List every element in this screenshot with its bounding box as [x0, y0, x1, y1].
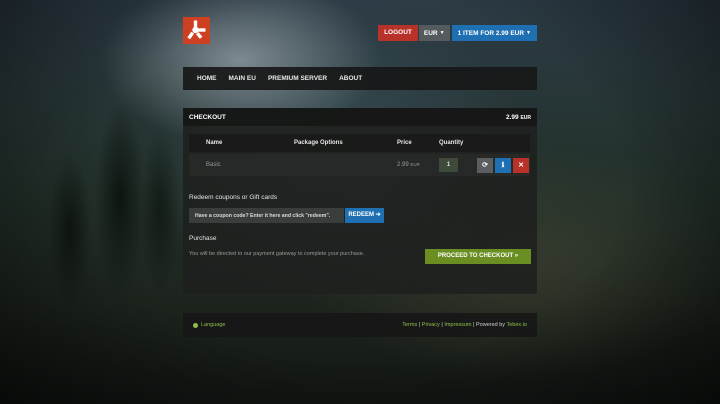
close-icon: ✕ [518, 162, 524, 169]
basket-button[interactable]: 1 ITEM FOR 2.99 EUR ▼ [451, 25, 537, 41]
nav-about[interactable]: ABOUT [339, 75, 362, 82]
chevron-right-icon: » [514, 253, 519, 259]
language-label: Language [201, 322, 226, 328]
info-button[interactable]: ℹ [495, 158, 511, 173]
basket-table-header: Name Package Options Price Quantity [189, 134, 530, 152]
currency-dropdown[interactable]: EUR ▼ [418, 25, 450, 41]
tebex-link[interactable]: Tebex.io [507, 322, 528, 328]
footer: Language Terms | Privacy | Impressum | P… [183, 313, 537, 337]
refresh-icon: ⟳ [482, 162, 488, 169]
update-button[interactable]: ⟳ [477, 158, 493, 173]
privacy-link[interactable]: Privacy [422, 322, 440, 328]
column-name: Name [206, 140, 223, 146]
nav-main-eu[interactable]: MAIN EU [229, 75, 256, 82]
currency-label: EUR [423, 30, 438, 37]
package-price: 2.99 EUR [397, 162, 420, 168]
coupon-input[interactable] [189, 208, 344, 223]
checkout-header: CHECKOUT 2.99 EUR [183, 108, 537, 126]
checkout-total: 2.99 EUR [506, 114, 531, 121]
powered-by-label: Powered by [476, 322, 506, 328]
basket-label: 1 ITEM FOR 2.99 EUR [457, 30, 525, 37]
package-name: Basic [206, 162, 221, 168]
caret-down-icon: ▼ [526, 30, 531, 36]
table-row: Basic 2.99 EUR 1 ⟳ ℹ ✕ [189, 154, 530, 176]
remove-button[interactable]: ✕ [513, 158, 529, 173]
info-icon: ℹ [501, 162, 505, 169]
redeem-label: REDEEM [348, 212, 374, 218]
purchase-title: Purchase [189, 235, 217, 242]
quantity-input[interactable]: 1 [439, 158, 458, 172]
arrow-right-icon: ➔ [375, 212, 381, 218]
terms-link[interactable]: Terms [402, 322, 417, 328]
globe-icon [193, 322, 198, 328]
column-package-options: Package Options [294, 140, 343, 146]
footer-links: Terms | Privacy | Impressum | Powered by… [402, 322, 527, 328]
column-quantity: Quantity [439, 140, 464, 146]
language-selector[interactable]: Language [193, 322, 225, 328]
nav-home[interactable]: HOME [197, 75, 217, 82]
redeem-button[interactable]: REDEEM ➔ [345, 208, 384, 223]
impressum-link[interactable]: Impressum [444, 322, 471, 328]
main-navigation: HOME MAIN EU PREMIUM SERVER ABOUT [183, 67, 537, 90]
checkout-label: PROCEED TO CHECKOUT [437, 253, 514, 259]
rust-logo-icon[interactable] [183, 17, 210, 44]
package-price-amount: 2.99 [397, 162, 409, 168]
proceed-to-checkout-button[interactable]: PROCEED TO CHECKOUT » [425, 249, 531, 264]
caret-down-icon: ▼ [439, 30, 445, 36]
total-amount: 2.99 [505, 113, 519, 121]
checkout-panel: CHECKOUT 2.99 EUR Name Package Options P… [183, 108, 537, 294]
column-price: Price [397, 140, 412, 146]
nav-premium-server[interactable]: PREMIUM SERVER [268, 75, 327, 82]
logout-button[interactable]: LOGOUT [378, 25, 418, 41]
logout-label: LOGOUT [384, 29, 412, 36]
package-price-currency: EUR [410, 162, 420, 167]
top-actions: LOGOUT EUR ▼ 1 ITEM FOR 2.99 EUR ▼ [378, 25, 537, 41]
purchase-note: You will be directed to our payment gate… [189, 251, 365, 257]
checkout-title: CHECKOUT [189, 113, 226, 121]
total-currency: EUR [520, 114, 531, 121]
coupon-title: Redeem coupons or Gift cards [189, 194, 278, 201]
